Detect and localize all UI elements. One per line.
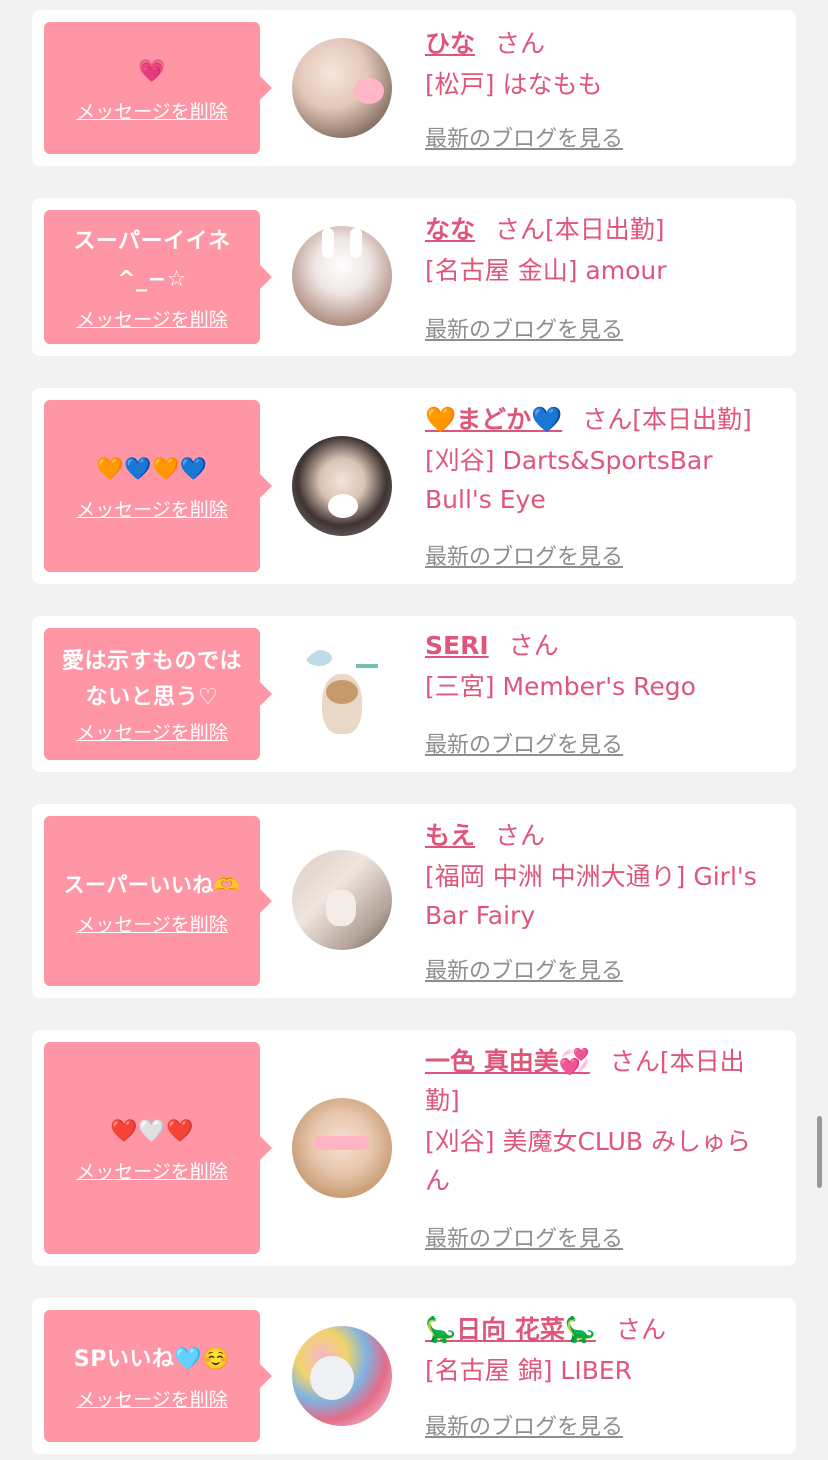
delete-message-link[interactable]: メッセージを削除 <box>76 1385 228 1412</box>
latest-blog-link[interactable]: 最新のブログを見る <box>425 953 623 985</box>
status-tag: [本日出勤] <box>632 405 752 434</box>
latest-blog-link[interactable]: 最新のブログを見る <box>425 727 623 759</box>
name-line: SERI さん <box>425 626 766 665</box>
cast-name-link[interactable]: もえ <box>425 821 475 850</box>
san-suffix: さん <box>609 1047 660 1076</box>
avatar[interactable] <box>292 436 392 536</box>
latest-blog-link[interactable]: 最新のブログを見る <box>425 1409 623 1441</box>
cast-name-link[interactable]: SERI <box>425 631 489 660</box>
name-line: もえ さん <box>425 816 766 855</box>
shop-name: [刈谷] Darts&SportsBar Bull's Eye <box>425 446 713 514</box>
shop-name: [名古屋 錦] LIBER <box>425 1356 633 1385</box>
san-suffix: さん <box>508 631 559 660</box>
avatar[interactable] <box>292 644 392 744</box>
delete-message-link[interactable]: メッセージを削除 <box>76 1157 228 1184</box>
message-card: スーパーいいね🫶 メッセージを削除 もえ さん [福岡 中洲 中洲大通り] Gir… <box>32 804 796 998</box>
cast-info: なな さん[本日出勤] [名古屋 金山] amour <box>425 210 766 290</box>
message-bubble: 💗 メッセージを削除 <box>44 22 272 154</box>
avatar[interactable] <box>292 850 392 950</box>
shop-name: [名古屋 金山] amour <box>425 256 667 285</box>
message-bubble: SPいいね🩵☺️ メッセージを削除 <box>44 1310 272 1442</box>
cast-name-link[interactable]: 🧡まどか💙 <box>425 405 562 434</box>
message-text: スーパーイイネ ^_−☆ <box>73 228 231 292</box>
shop-name: [松戸] はなもも <box>425 70 603 99</box>
name-line: ひな さん <box>425 24 766 63</box>
message-text: スーパーいいね🫶 <box>63 872 241 897</box>
message-card: ❤️🤍❤️ メッセージを削除 一色 真由美💞 さん[本日出勤] [刈谷] 美魔女C… <box>32 1030 796 1266</box>
cast-info: 🦕日向 花菜🦕 さん [名古屋 錦] LIBER <box>425 1310 766 1390</box>
shop-name: [三宮] Member's Rego <box>425 672 696 701</box>
message-bubble: スーパーいいね🫶 メッセージを削除 <box>44 816 272 986</box>
message-bubble: 🧡💙🧡💙 メッセージを削除 <box>44 400 272 572</box>
message-text: SPいいね🩵☺️ <box>73 1346 231 1372</box>
message-card: スーパーイイネ ^_−☆ メッセージを削除 なな さん[本日出勤] [名古屋 金山… <box>32 198 796 356</box>
latest-blog-link[interactable]: 最新のブログを見る <box>425 121 623 153</box>
avatar[interactable] <box>292 226 392 326</box>
message-bubble: 愛は示すものでは ないと思う♡ メッセージを削除 <box>44 628 272 760</box>
message-card: 💗 メッセージを削除 ひな さん [松戸] はなもも 最新のブログを見る <box>32 10 796 166</box>
latest-blog-link[interactable]: 最新のブログを見る <box>425 539 623 571</box>
avatar[interactable] <box>292 1326 392 1426</box>
name-line: なな さん[本日出勤] <box>425 210 766 249</box>
san-suffix: さん <box>615 1315 666 1344</box>
message-text: 💗 <box>138 58 166 84</box>
cast-name-link[interactable]: 🦕日向 花菜🦕 <box>425 1315 596 1344</box>
cast-info: ひな さん [松戸] はなもも <box>425 24 766 104</box>
delete-message-link[interactable]: メッセージを削除 <box>76 718 228 745</box>
cast-info: 一色 真由美💞 さん[本日出勤] [刈谷] 美魔女CLUB みしゅらん <box>425 1042 766 1200</box>
message-bubble: ❤️🤍❤️ メッセージを削除 <box>44 1042 272 1254</box>
message-text: ❤️🤍❤️ <box>110 1118 194 1144</box>
delete-message-link[interactable]: メッセージを削除 <box>76 495 228 522</box>
name-line: 🦕日向 花菜🦕 さん <box>425 1310 766 1349</box>
delete-message-link[interactable]: メッセージを削除 <box>76 97 228 124</box>
latest-blog-link[interactable]: 最新のブログを見る <box>425 312 623 344</box>
cast-name-link[interactable]: なな <box>425 215 475 244</box>
message-card: 愛は示すものでは ないと思う♡ メッセージを削除 SERI さん [三宮] Mem… <box>32 616 796 772</box>
avatar[interactable] <box>292 38 392 138</box>
message-text: 🧡💙🧡💙 <box>96 456 208 482</box>
cast-name-link[interactable]: 一色 真由美💞 <box>425 1047 590 1076</box>
name-line: 🧡まどか💙 さん[本日出勤] <box>425 400 766 439</box>
shop-name: [刈谷] 美魔女CLUB みしゅらん <box>425 1127 751 1195</box>
san-suffix: さん <box>495 821 546 850</box>
cast-info: もえ さん [福岡 中洲 中洲大通り] Girl's Bar Fairy <box>425 816 766 935</box>
delete-message-link[interactable]: メッセージを削除 <box>76 305 228 332</box>
cast-info: 🧡まどか💙 さん[本日出勤] [刈谷] Darts&SportsBar Bull'… <box>425 400 766 519</box>
message-bubble: スーパーイイネ ^_−☆ メッセージを削除 <box>44 210 272 344</box>
latest-blog-link[interactable]: 最新のブログを見る <box>425 1221 623 1253</box>
message-text: 愛は示すものでは ないと思う♡ <box>61 648 242 710</box>
san-suffix: さん <box>495 215 546 244</box>
status-tag: [本日出勤] <box>545 215 665 244</box>
avatar[interactable] <box>292 1098 392 1198</box>
scrollbar[interactable] <box>817 1116 822 1188</box>
name-line: 一色 真由美💞 さん[本日出勤] <box>425 1042 766 1120</box>
cast-info: SERI さん [三宮] Member's Rego <box>425 626 766 706</box>
message-card: SPいいね🩵☺️ メッセージを削除 🦕日向 花菜🦕 さん [名古屋 錦] LIBE… <box>32 1298 796 1454</box>
message-card: 🧡💙🧡💙 メッセージを削除 🧡まどか💙 さん[本日出勤] [刈谷] Darts&S… <box>32 388 796 584</box>
delete-message-link[interactable]: メッセージを削除 <box>76 910 228 937</box>
san-suffix: さん <box>582 405 633 434</box>
shop-name: [福岡 中洲 中洲大通り] Girl's Bar Fairy <box>425 862 757 930</box>
san-suffix: さん <box>495 29 546 58</box>
cast-name-link[interactable]: ひな <box>425 29 475 58</box>
